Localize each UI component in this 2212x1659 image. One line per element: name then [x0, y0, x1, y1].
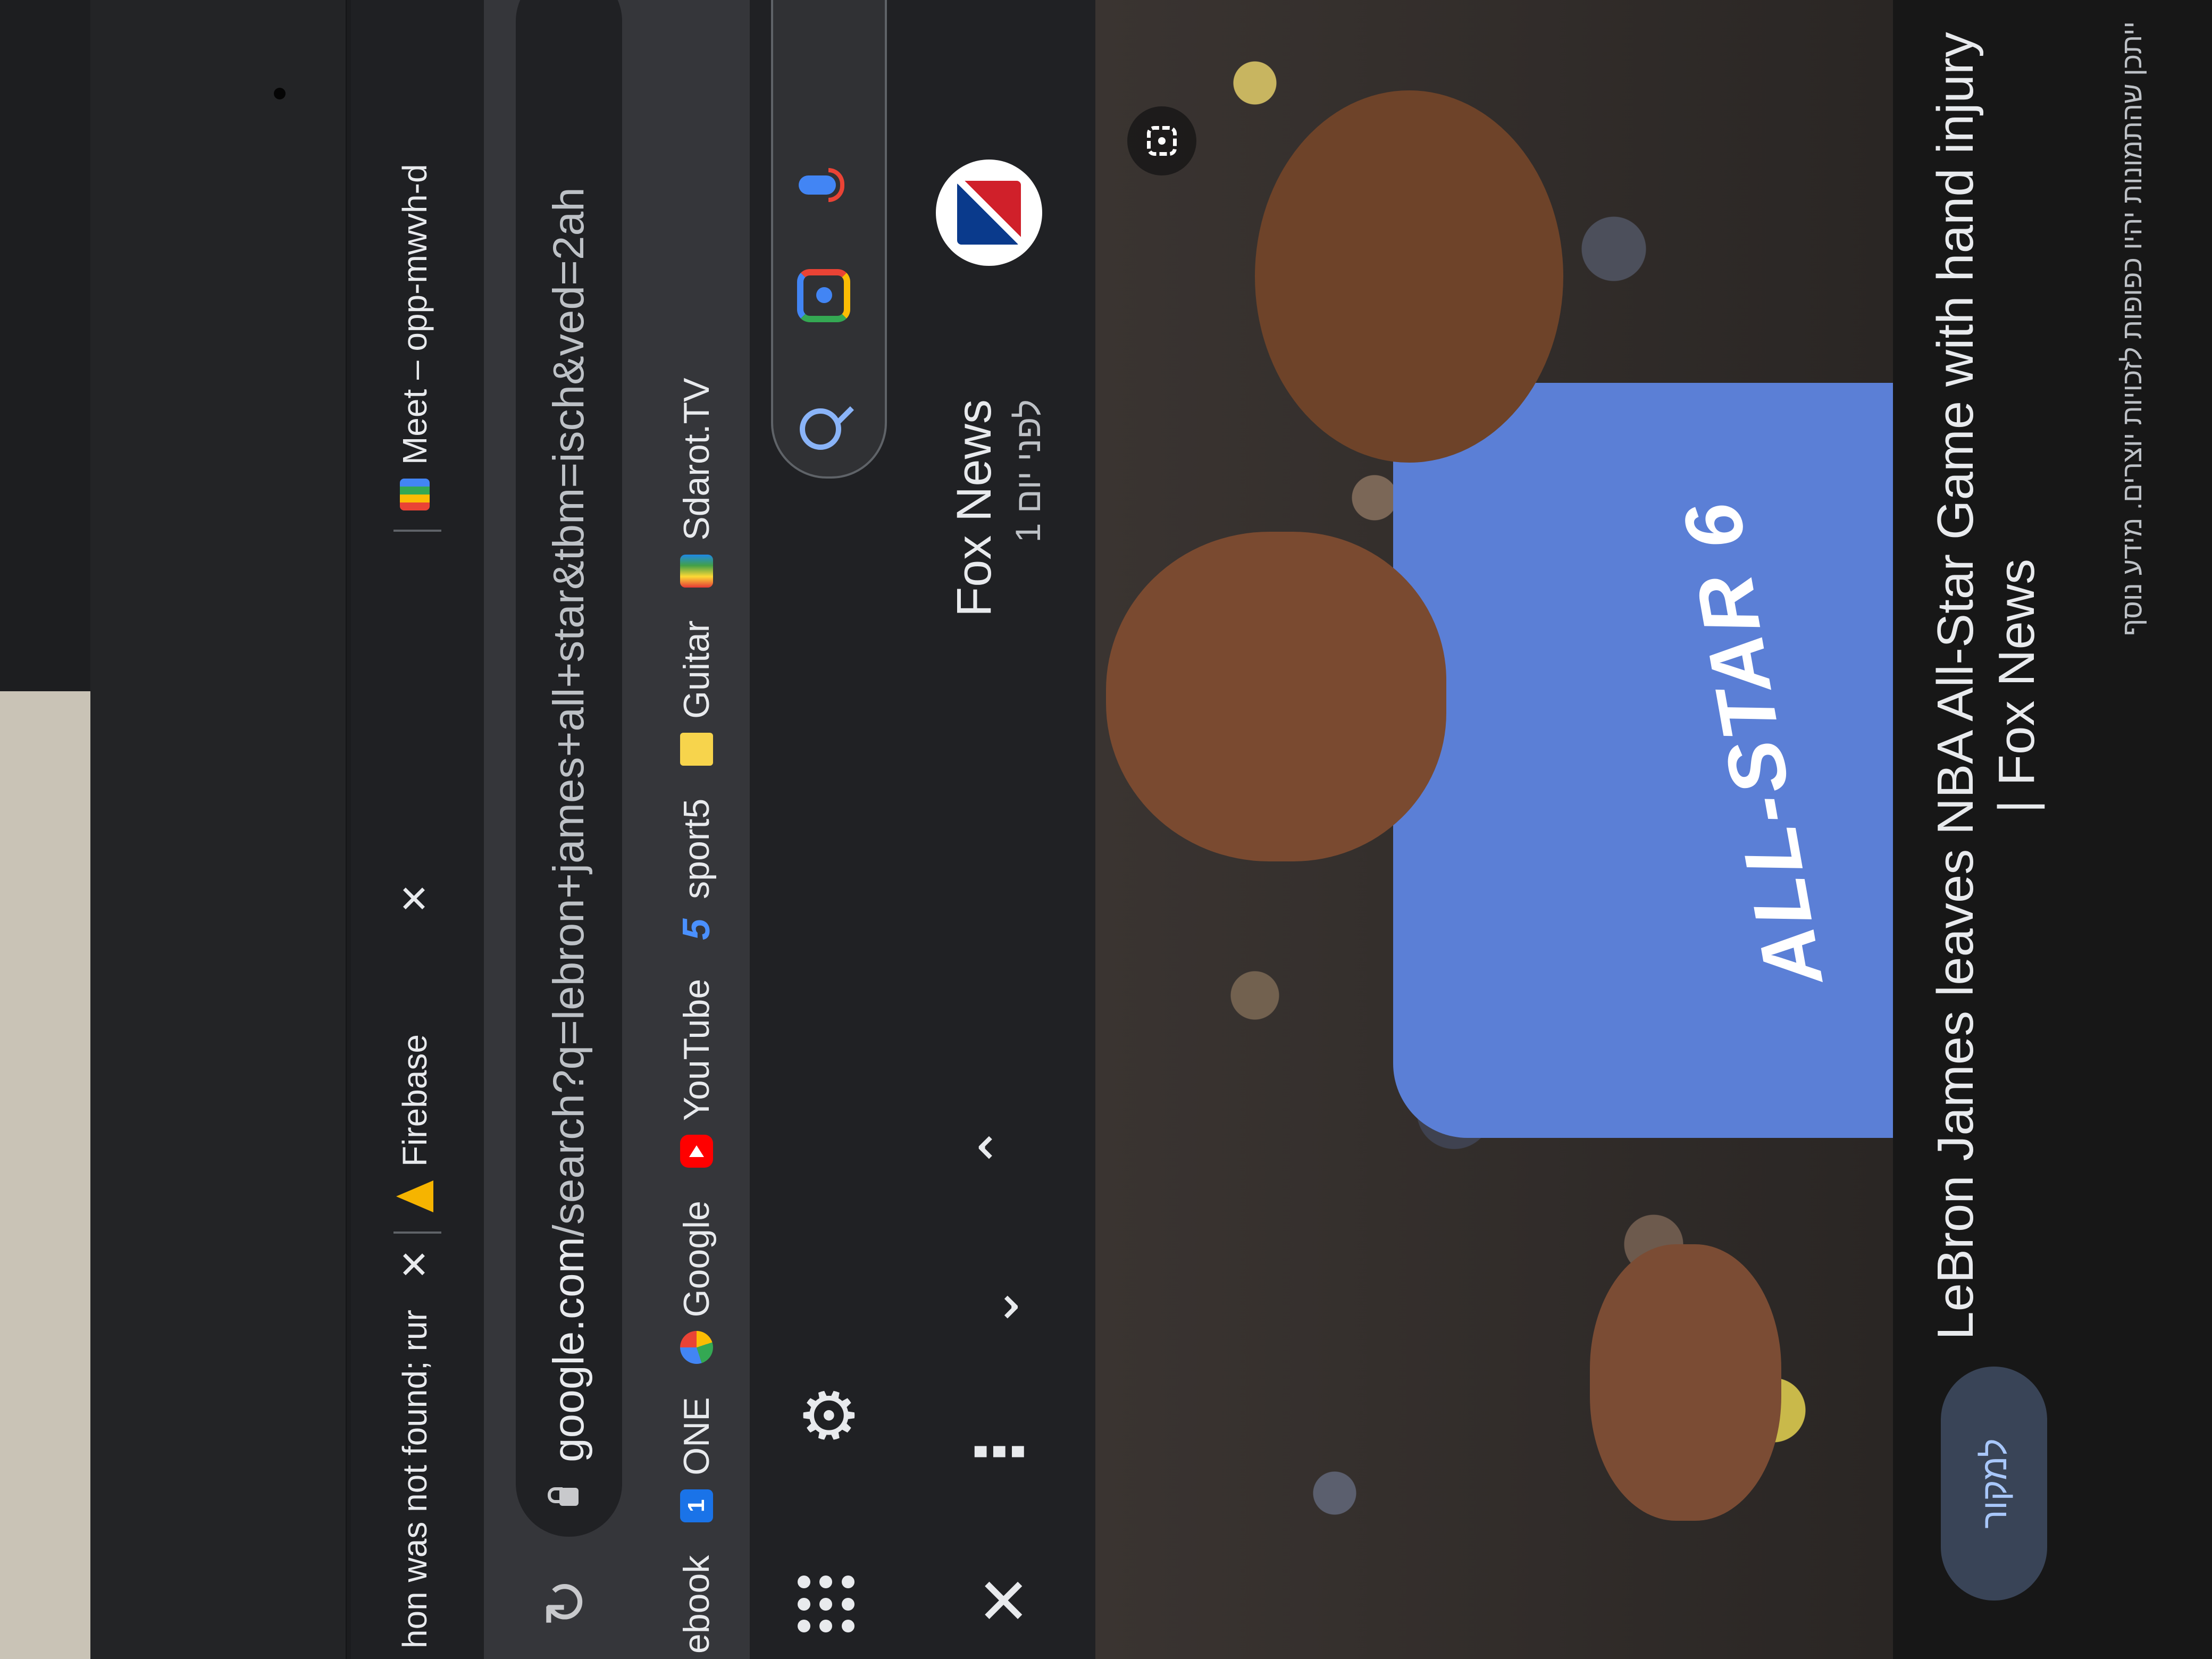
source-time: לפני יום 1: [1008, 399, 1048, 543]
browser-screen: hon was not found; rur ✕ Firebase ✕ Meet…: [351, 0, 2212, 1659]
desk-background: [0, 691, 90, 1659]
close-tab-icon[interactable]: ✕: [393, 1249, 437, 1280]
tab-python-error[interactable]: hon was not found; rur ✕: [367, 1249, 463, 1649]
tab-separator: [393, 530, 441, 532]
apps-grid-icon[interactable]: [798, 1574, 856, 1632]
search-icon[interactable]: [800, 408, 841, 450]
shoulder: [1255, 90, 1563, 463]
firebase-icon: [396, 1180, 433, 1212]
bookmark-guitar[interactable]: Guitar: [676, 621, 717, 766]
close-tab-icon[interactable]: ✕: [393, 883, 437, 914]
google-lens-icon[interactable]: [797, 269, 850, 322]
fox-news-logo[interactable]: [936, 160, 1042, 266]
bookmark-one[interactable]: 1 ONE: [676, 1397, 717, 1522]
tab-separator: [393, 1231, 441, 1234]
player-head: [1106, 532, 1446, 861]
google-icon: [680, 1331, 713, 1364]
bookmark-google[interactable]: Google: [676, 1201, 717, 1364]
caption-area: למקור LeBron James leaves NBA All-Star G…: [1893, 0, 2212, 1659]
reload-icon[interactable]: ↻: [532, 1578, 600, 1627]
more-options-icon[interactable]: ⋮: [964, 1420, 1035, 1484]
tab-title: Firebase: [396, 1034, 434, 1167]
address-bar[interactable]: google.com/search?q=lebron+james+all+sta…: [516, 0, 622, 1537]
bookmark-facebook[interactable]: ebook: [676, 1555, 717, 1654]
url-text: google.com/search?q=lebron+james+all+sta…: [544, 187, 593, 1462]
lock-icon[interactable]: [559, 1488, 579, 1506]
sport5-icon: 5: [675, 918, 718, 940]
monitor-bezel: [90, 0, 347, 1659]
gear-icon[interactable]: ⚙: [791, 1384, 868, 1446]
one-icon: 1: [680, 1489, 713, 1522]
tab-title: Meet – opp-mwvh-d: [396, 164, 434, 465]
source-info[interactable]: Fox News לפני יום 1: [946, 399, 1048, 617]
image-preview-panel: ✕ ⋮ ⌄ ⌃ Fox News לפני יום 1 ALL-STAR 6 ל…: [915, 0, 2212, 1659]
sdarot-icon: [680, 554, 713, 588]
google-header: ⚙: [750, 0, 915, 1659]
webcam: [274, 88, 286, 99]
monitor-bezel-dark: [0, 0, 90, 691]
tab-title: hon was not found; rur: [396, 1310, 434, 1648]
bookmark-youtube[interactable]: YouTube: [676, 979, 717, 1168]
visit-button[interactable]: למקור: [1941, 1367, 2047, 1601]
youtube-icon: [680, 1135, 713, 1168]
bookmarks-bar: ebook 1 ONE Google YouTube 5 sport5 Guitar…: [643, 0, 751, 1659]
tab-firebase[interactable]: Firebase ✕: [367, 883, 463, 1212]
meet-icon: [400, 479, 430, 510]
image-title[interactable]: LeBron James leaves NBA All-Star Game wi…: [1925, 32, 2047, 1340]
close-icon[interactable]: ✕: [969, 1573, 1041, 1627]
lens-search-icon[interactable]: [1127, 106, 1196, 175]
search-box[interactable]: [771, 0, 887, 479]
bookmark-sdarot[interactable]: Sdarot.TV: [676, 378, 717, 588]
browser-toolbar: ↻ google.com/search?q=lebron+james+all+s…: [484, 0, 643, 1659]
browser-window: hon was not found; rur ✕ Firebase ✕ Meet…: [351, 0, 2212, 1659]
player-hand: [1590, 1244, 1781, 1521]
preview-header: ✕ ⋮ ⌄ ⌃ Fox News לפני יום 1: [915, 0, 1095, 1659]
chevron-down-icon[interactable]: ⌄: [970, 1285, 1029, 1329]
tab-meet[interactable]: Meet – opp-mwvh-d: [367, 164, 463, 510]
chevron-up-icon[interactable]: ⌃: [970, 1125, 1029, 1170]
bookmark-sport5[interactable]: 5 sport5: [675, 799, 718, 946]
tab-strip: hon was not found; rur ✕ Firebase ✕ Meet…: [351, 0, 484, 1659]
copyright-note[interactable]: ייתכן שהתמונות יהיו כפופות לזכויות יוצרי…: [2116, 21, 2148, 1202]
preview-image[interactable]: ALL-STAR 6: [1095, 0, 1893, 1659]
microphone-icon[interactable]: [799, 175, 836, 195]
jersey: [1393, 383, 1893, 1138]
folder-icon: [680, 732, 713, 766]
source-name: Fox News: [947, 399, 1001, 617]
